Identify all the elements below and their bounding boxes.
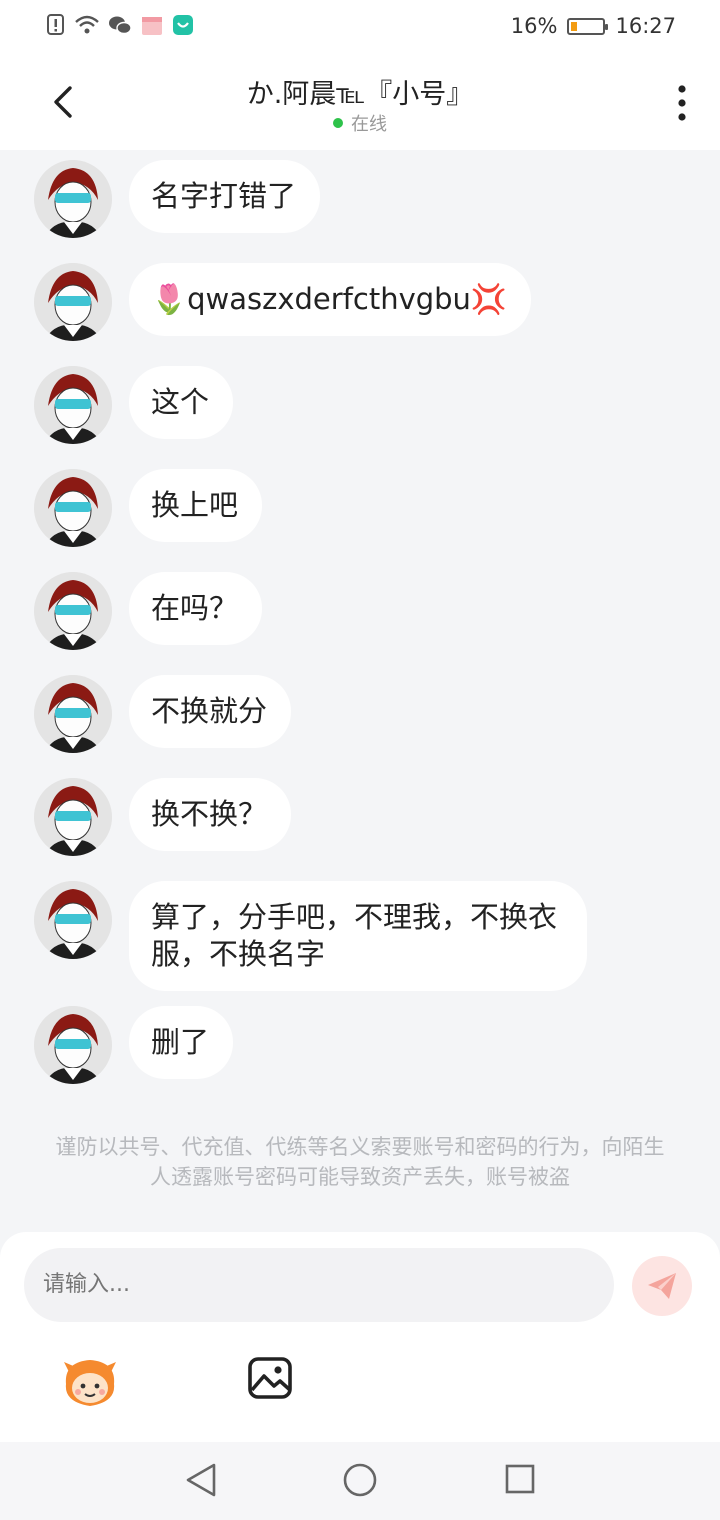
- message-row: 🌷qwaszxderfcthvgbu💢: [34, 263, 532, 341]
- nav-back-icon[interactable]: [184, 1462, 218, 1498]
- input-panel: [0, 1232, 720, 1442]
- message-bubble[interactable]: 换上吧: [129, 469, 263, 542]
- more-options-icon[interactable]: [676, 84, 688, 122]
- sticker-emoji-icon[interactable]: [60, 1354, 120, 1410]
- alert-icon: [47, 14, 64, 35]
- online-dot-icon: [333, 118, 343, 128]
- sender-avatar[interactable]: [34, 572, 112, 650]
- message-bubble[interactable]: 不换就分: [129, 675, 292, 748]
- online-status: 在线: [0, 110, 720, 136]
- message-bubble[interactable]: 🌷qwaszxderfcthvgbu💢: [129, 263, 532, 336]
- sender-avatar[interactable]: [34, 778, 112, 856]
- message-bubble[interactable]: 这个: [129, 366, 234, 439]
- message-row: 换上吧: [34, 469, 263, 547]
- message-row: 这个: [34, 366, 234, 444]
- message-row: 不换就分: [34, 675, 292, 753]
- security-warning: 谨防以共号、代充值、代练等名义索要账号和密码的行为，向陌生人透露账号密码可能导致…: [55, 1135, 665, 1189]
- status-bar: 16% 16:27: [0, 0, 720, 56]
- sender-avatar[interactable]: [34, 366, 112, 444]
- sender-avatar[interactable]: [34, 263, 112, 341]
- sender-avatar[interactable]: [34, 160, 112, 238]
- message-input[interactable]: [24, 1248, 614, 1322]
- sender-avatar[interactable]: [34, 881, 112, 959]
- nav-recent-apps-icon[interactable]: [504, 1462, 536, 1496]
- system-nav-bar: [0, 1442, 720, 1520]
- chat-header: か.阿晨℡『小号』 在线: [0, 56, 720, 150]
- status-icons-left: [46, 14, 194, 36]
- sender-avatar[interactable]: [34, 675, 112, 753]
- send-icon: [648, 1273, 676, 1299]
- message-row: 在吗？: [34, 572, 263, 650]
- gift-icon: [142, 17, 162, 35]
- contact-name: か.阿晨℡『小号』: [246, 79, 474, 110]
- nav-home-icon[interactable]: [342, 1462, 378, 1498]
- message-bubble[interactable]: 算了，分手吧，不理我，不换衣服，不换名字: [129, 881, 587, 991]
- sender-avatar[interactable]: [34, 1006, 112, 1084]
- status-icons-right: 16% 16:27: [511, 14, 676, 38]
- message-bubble[interactable]: 在吗？: [129, 572, 263, 645]
- message-bubble[interactable]: 换不换？: [129, 778, 292, 851]
- message-row: 删了: [34, 1006, 234, 1084]
- online-status-label: 在线: [351, 114, 387, 135]
- message-row: 算了，分手吧，不理我，不换衣服，不换名字: [34, 881, 587, 991]
- image-picker-icon[interactable]: [246, 1354, 294, 1402]
- wifi-icon: [75, 15, 99, 34]
- battery-icon: [567, 17, 609, 35]
- message-row: 名字打错了: [34, 160, 321, 238]
- battery-percent: 16%: [510, 14, 558, 38]
- send-button[interactable]: [632, 1256, 692, 1316]
- wechat-icon: [109, 16, 132, 35]
- app-notification-icon: [173, 15, 193, 35]
- clock: 16:27: [615, 14, 676, 38]
- message-row: 换不换？: [34, 778, 292, 856]
- message-bubble[interactable]: 删了: [129, 1006, 234, 1079]
- message-bubble[interactable]: 名字打错了: [129, 160, 321, 233]
- sender-avatar[interactable]: [34, 469, 112, 547]
